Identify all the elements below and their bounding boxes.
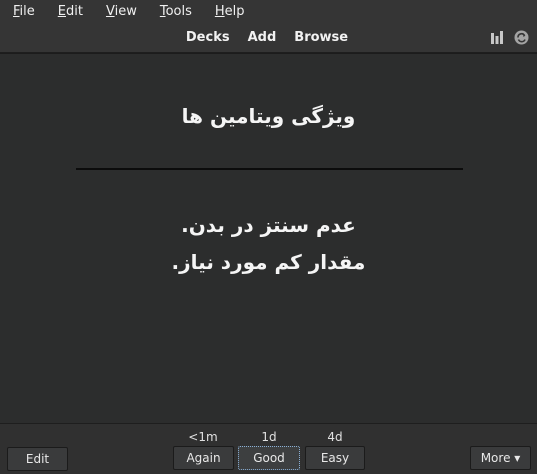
more-button[interactable]: More ▾ — [470, 446, 531, 470]
menu-tools[interactable]: Tools — [160, 4, 192, 19]
card-back-text: عدم سنتز در بدن. مقدار کم مورد نیاز. — [40, 207, 497, 281]
answer-bar: Edit <1m 1d 4d Again Good Easy More ▾ — [0, 423, 537, 474]
card-front-text: ویژگی ویتامین ها — [181, 104, 356, 128]
browse-link[interactable]: Browse — [294, 30, 348, 45]
toolbar: Decks Add Browse — [0, 22, 537, 53]
decks-link[interactable]: Decks — [186, 30, 230, 45]
toolbar-links: Decks Add Browse — [0, 22, 537, 53]
stats-icon[interactable] — [491, 31, 505, 44]
good-button[interactable]: Good — [238, 446, 300, 470]
menu-help[interactable]: Help — [215, 4, 245, 19]
add-link[interactable]: Add — [248, 30, 277, 45]
card-back-line: مقدار کم مورد نیاز. — [171, 250, 366, 274]
edit-button[interactable]: Edit — [7, 447, 68, 471]
menu-file[interactable]: File — [13, 4, 35, 19]
again-interval: <1m — [188, 430, 218, 444]
menu-edit[interactable]: Edit — [58, 4, 83, 19]
again-button[interactable]: Again — [173, 446, 234, 470]
menu-view[interactable]: View — [106, 4, 137, 19]
card-back-line: عدم سنتز در بدن. — [181, 213, 356, 237]
card-view: ویژگی ویتامین ها عدم سنتز در بدن. مقدار … — [0, 53, 537, 423]
good-interval: 1d — [261, 430, 277, 444]
sync-icon[interactable] — [514, 30, 529, 45]
easy-interval: 4d — [327, 430, 343, 444]
easy-button[interactable]: Easy — [305, 446, 365, 470]
menu-bar: File Edit View Tools Help — [0, 0, 537, 22]
answer-divider — [76, 168, 463, 170]
